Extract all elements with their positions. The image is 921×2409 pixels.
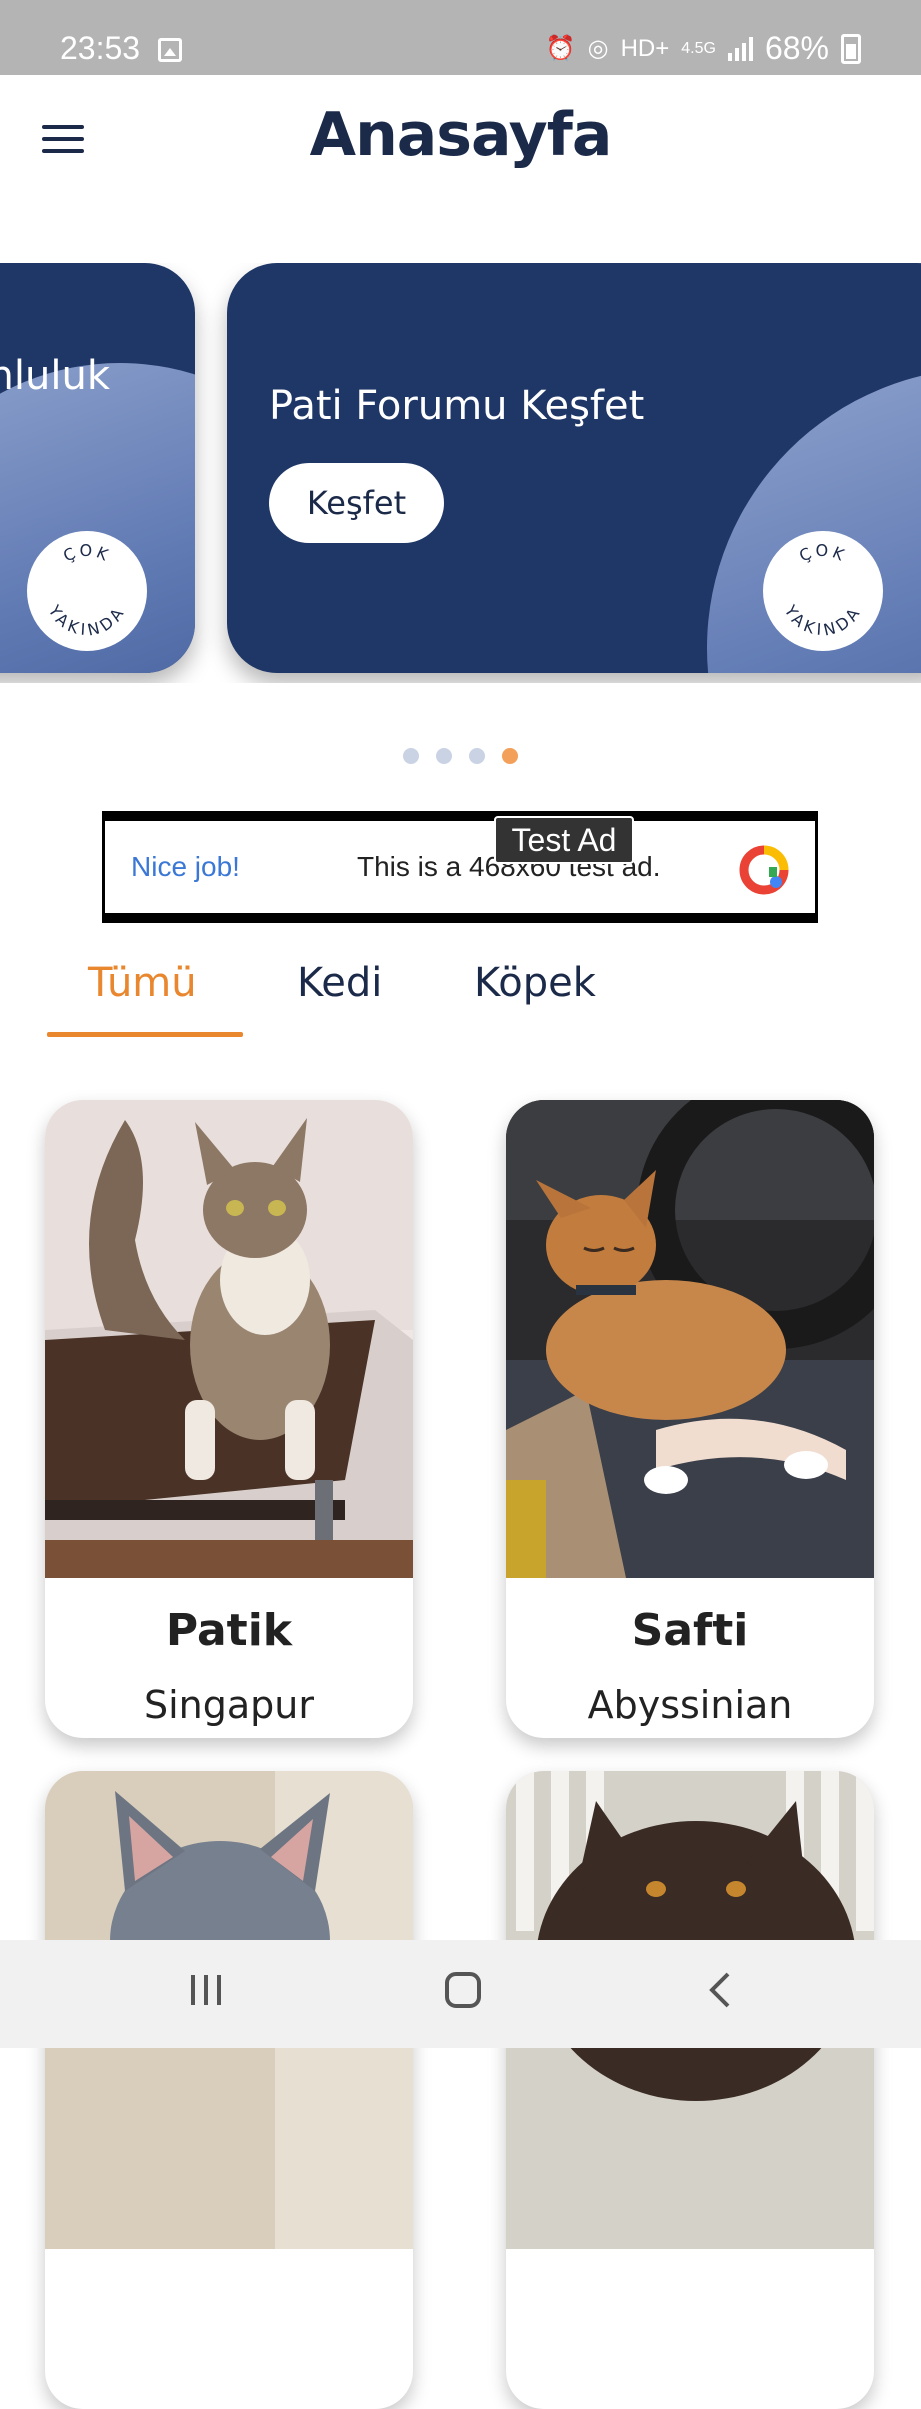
page-dot[interactable] [403,748,419,764]
badge-bottom-text: YAKINDA [44,601,125,640]
page-dot-active[interactable] [502,748,518,764]
banner-card-previous[interactable]: nluluk ÇOK YAKINDA [0,263,195,673]
system-nav-bar [0,1940,921,2048]
pet-name: Safti [631,1605,749,1656]
coming-soon-badge: ÇOK YAKINDA [763,531,883,651]
page-dot[interactable] [469,748,485,764]
pet-card[interactable] [45,1771,413,2409]
back-icon[interactable] [706,1970,736,2010]
pet-breed: Singapur [144,1683,314,1727]
battery-icon [841,33,861,64]
ad-content[interactable]: Nice job! This is a 468x60 test ad. [105,821,815,913]
page-dot[interactable] [436,748,452,764]
signal-icon [727,36,753,61]
gallery-notification-icon [158,38,182,62]
banner-title: nluluk [0,353,110,399]
svg-text:ÇOK: ÇOK [796,541,849,566]
status-bar: 23:53 ⏰ ◎ HD+ 4.5G 68% [0,0,921,75]
home-icon[interactable] [443,1970,483,2010]
ad-headline: Nice job! [131,851,240,882]
pet-breed: Abyssinian [587,1683,793,1727]
badge-bottom-text: YAKINDA [780,601,861,640]
recent-apps-icon[interactable] [188,1970,224,2010]
explore-button[interactable]: Keşfet [269,463,444,543]
badge-top-text: ÇOK [60,541,110,566]
status-indicators: ⏰ ◎ HD+ 4.5G 68% [546,30,861,67]
tab-dog[interactable]: Köpek [474,960,596,1006]
test-ad-label: Test Ad [494,816,634,864]
hd-voice-icon: HD+ [620,34,670,62]
badge-top-text: ÇOK [796,541,846,566]
network-type-icon: 4.5G [681,39,716,57]
pet-photo [45,1100,413,1578]
page-title: Anasayfa [309,100,613,170]
pet-card[interactable] [506,1771,874,2409]
battery-percent: 68% [764,30,829,66]
active-tab-indicator [47,1032,243,1037]
coming-soon-badge: ÇOK YAKINDA [27,531,147,651]
alarm-icon: ⏰ [545,35,576,62]
carousel-page-indicator [0,748,921,764]
svg-text:YAKINDA: YAKINDA [44,601,129,640]
tab-cat[interactable]: Kedi [297,960,382,1006]
banner-title: Pati Forumu Keşfet [269,383,645,429]
svg-text:ÇOK: ÇOK [60,541,113,566]
banner-carousel[interactable]: nluluk ÇOK YAKINDA Pati Forumu Keşfet Ke… [0,263,921,683]
banner-card-forum[interactable]: Pati Forumu Keşfet Keşfet ÇOK YAKINDA [227,263,921,673]
ad-logo-icon [739,845,789,895]
ad-banner[interactable]: Nice job! This is a 468x60 test ad. Test… [102,811,818,923]
pet-card[interactable]: Patik Singapur [45,1100,413,1738]
app-bar: Anasayfa [0,75,921,205]
pet-photo [506,1100,874,1578]
status-time: 23:53 [60,30,141,66]
pet-card[interactable]: Safti Abyssinian [506,1100,874,1738]
hotspot-icon: ◎ [587,35,609,62]
pet-name: Patik [165,1605,293,1656]
svg-text:YAKINDA: YAKINDA [780,601,865,640]
category-tabs: Tümü Kedi Köpek [0,950,921,1040]
tab-all[interactable]: Tümü [88,960,197,1006]
